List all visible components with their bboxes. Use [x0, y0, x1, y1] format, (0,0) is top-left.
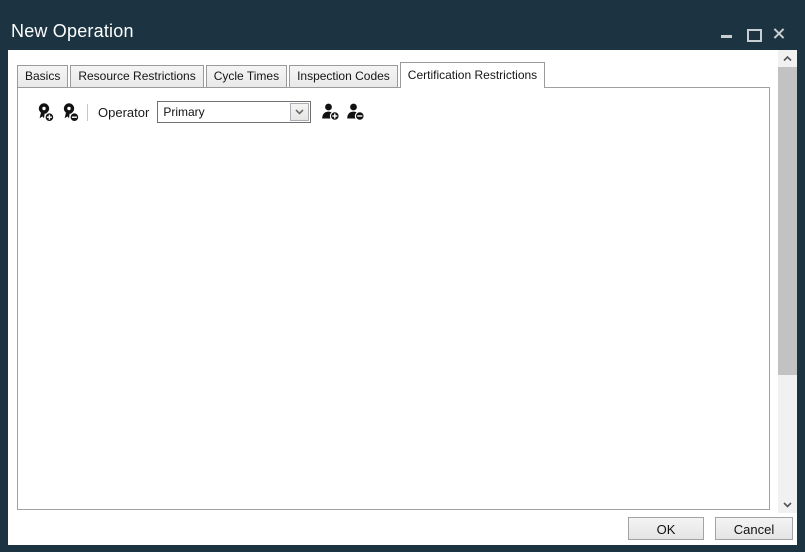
window-title: New Operation [11, 21, 134, 42]
add-operator-button[interactable] [320, 101, 340, 123]
remove-certification-button[interactable] [60, 101, 80, 123]
add-certification-icon [36, 102, 55, 123]
ok-button[interactable]: OK [628, 517, 704, 540]
toolbar-separator [87, 104, 88, 121]
certification-restrictions-panel: Operator Primary [17, 87, 770, 510]
title-bar[interactable]: New Operation [0, 0, 805, 50]
add-certification-button[interactable] [35, 101, 55, 123]
cancel-button[interactable]: Cancel [715, 517, 793, 540]
operator-selected-value: Primary [163, 102, 204, 122]
remove-certification-icon [61, 102, 80, 123]
chevron-up-icon [783, 56, 792, 62]
minimize-icon[interactable] [720, 27, 733, 40]
chevron-down-icon[interactable] [290, 103, 309, 121]
window-controls [720, 26, 785, 40]
scrollbar-thumb[interactable] [778, 67, 797, 375]
scroll-down-button[interactable] [778, 496, 797, 513]
tab-resource-restrictions[interactable]: Resource Restrictions [70, 65, 203, 88]
maximize-icon[interactable] [746, 27, 759, 40]
chevron-down-icon [783, 502, 792, 508]
remove-operator-icon [346, 102, 365, 122]
tab-cycle-times[interactable]: Cycle Times [206, 65, 287, 88]
tab-certification-restrictions[interactable]: Certification Restrictions [400, 62, 545, 88]
close-icon[interactable] [772, 27, 785, 40]
dialog-content: Basics Resource Restrictions Cycle Times… [8, 50, 797, 545]
tab-basics[interactable]: Basics [17, 65, 68, 88]
tab-inspection-codes[interactable]: Inspection Codes [289, 65, 398, 88]
vertical-scrollbar[interactable] [778, 50, 797, 513]
toolbar: Operator Primary [35, 100, 370, 124]
add-operator-icon [321, 102, 340, 122]
scroll-up-button[interactable] [778, 50, 797, 67]
remove-operator-button[interactable] [345, 101, 365, 123]
operator-label: Operator [98, 105, 149, 120]
new-operation-dialog: New Operation Basics Resource Restrictio… [0, 0, 805, 552]
operator-combobox[interactable]: Primary [157, 101, 311, 123]
tab-strip: Basics Resource Restrictions Cycle Times… [17, 62, 547, 88]
